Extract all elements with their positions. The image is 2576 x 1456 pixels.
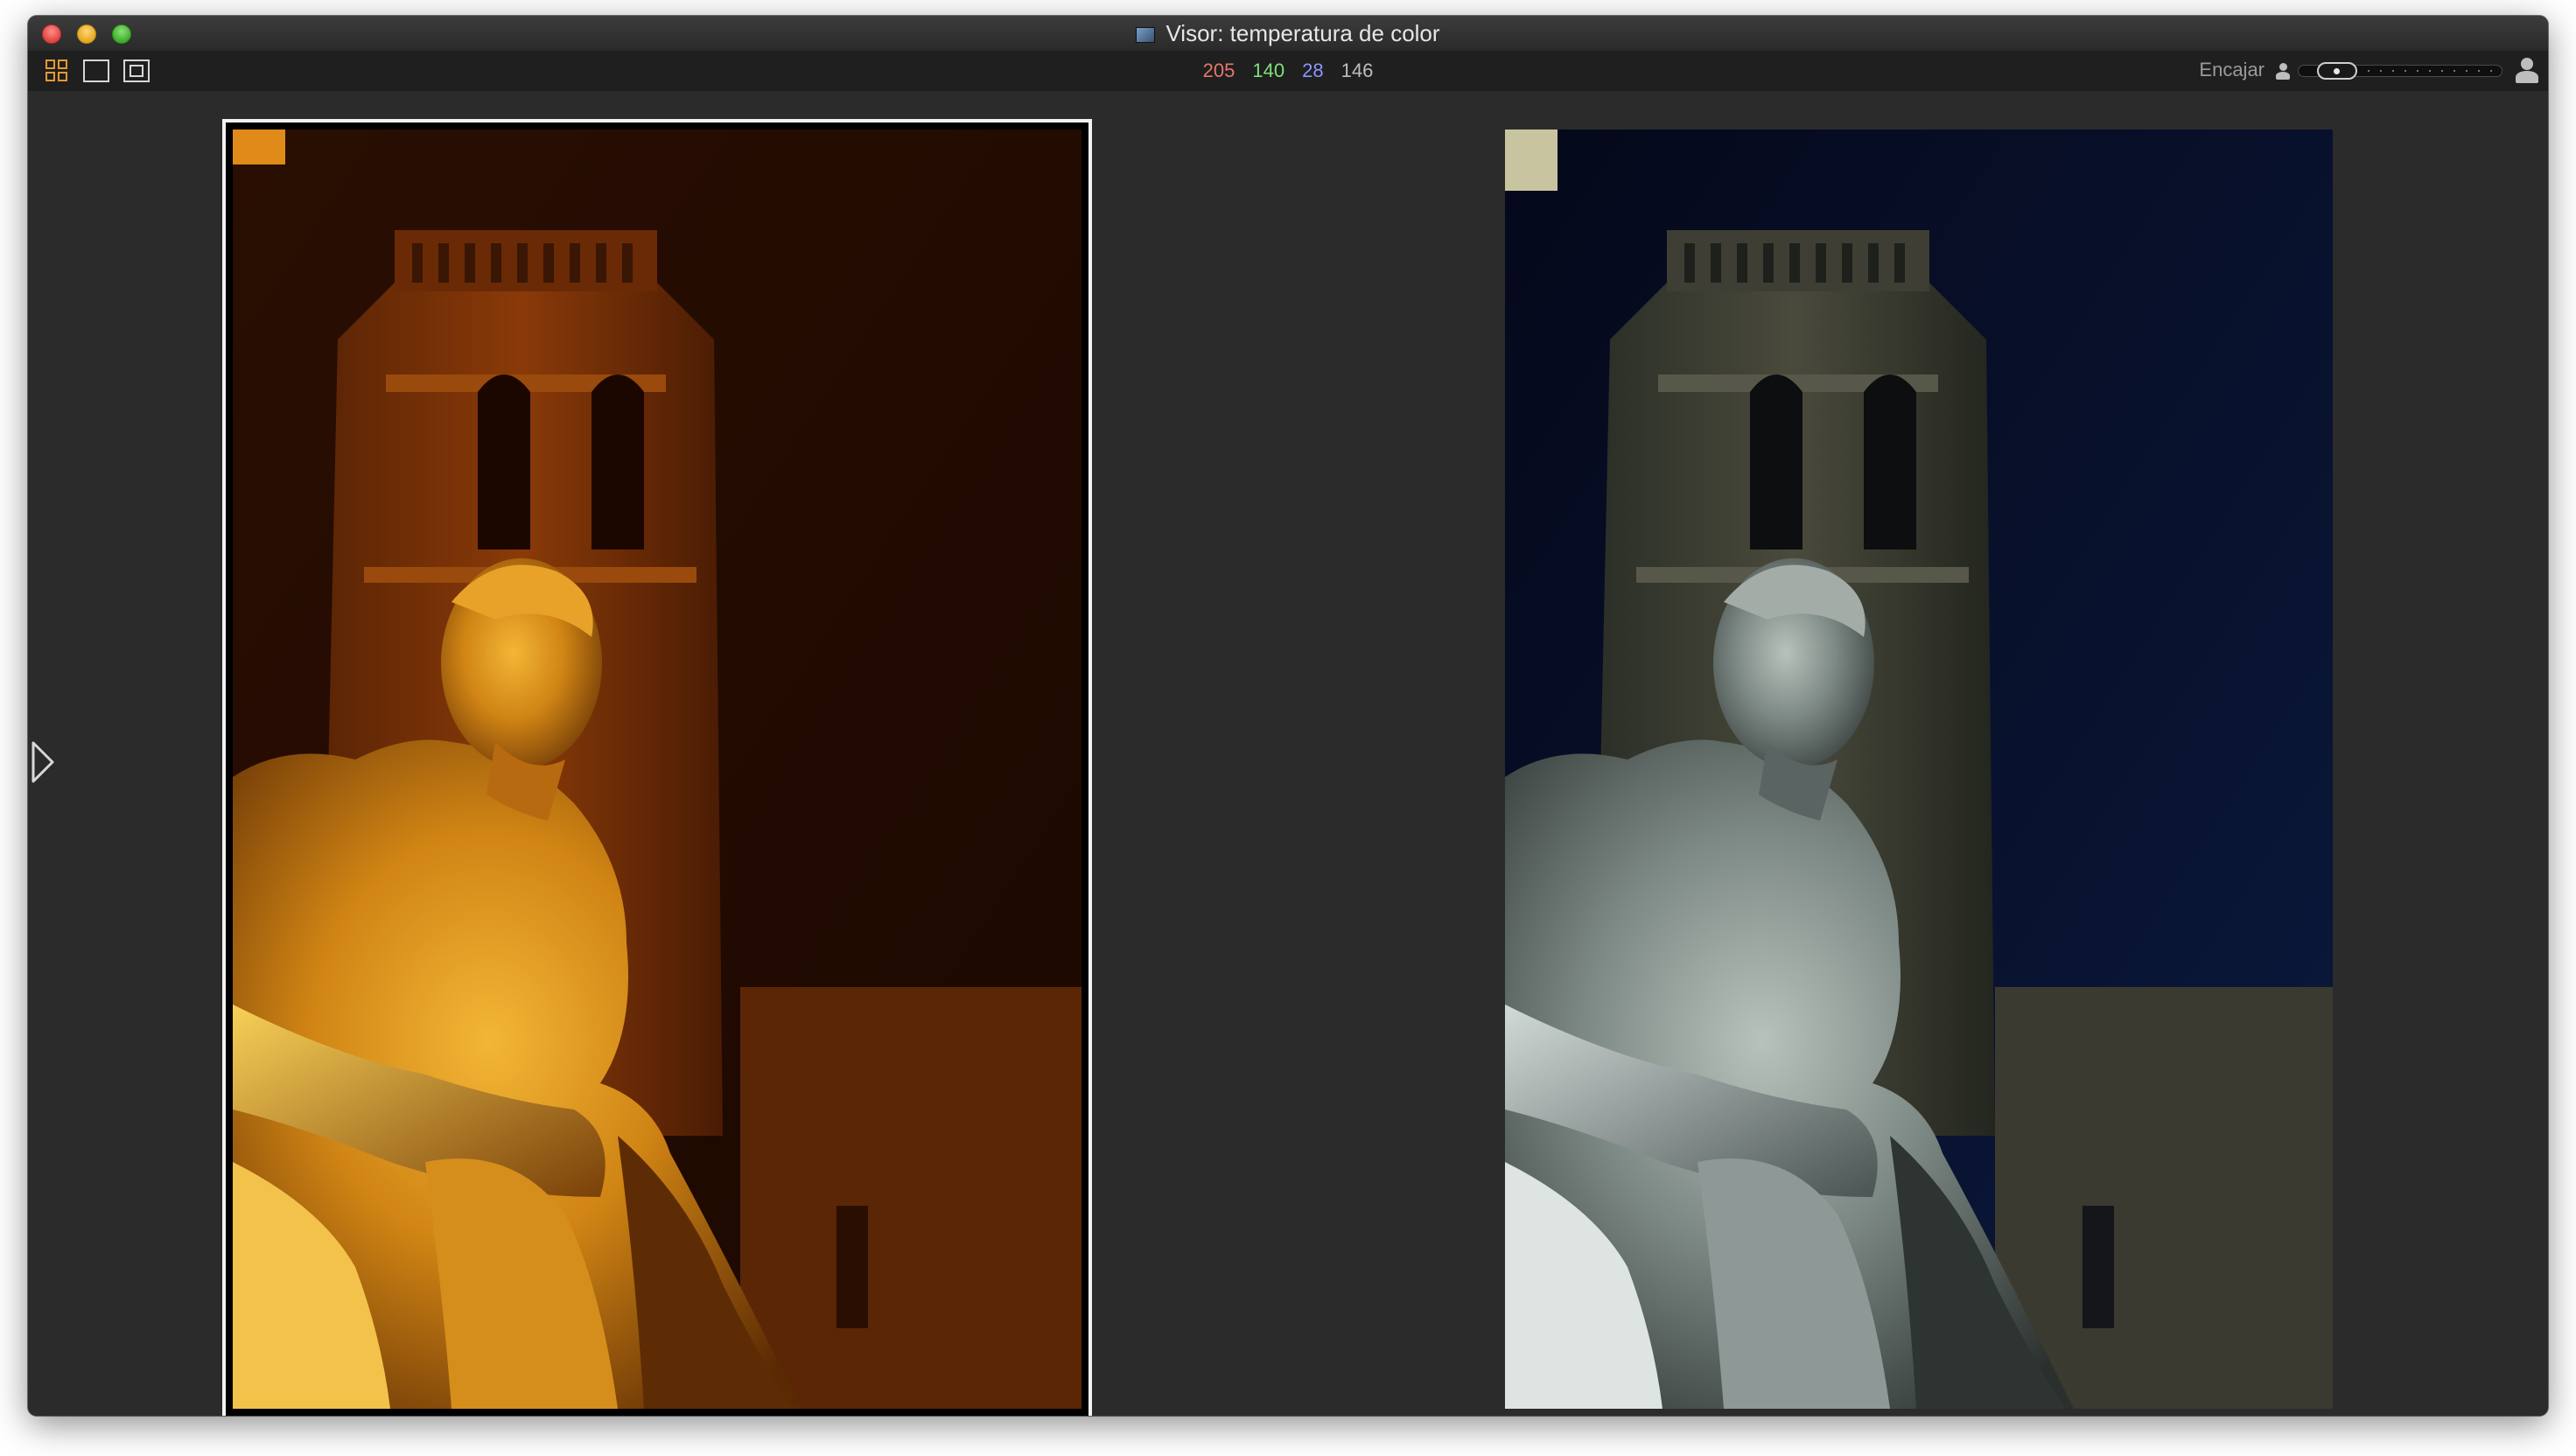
viewer-window: Visor: temperatura de color 205 140 28 146 … bbox=[28, 16, 2548, 1416]
title-bar[interactable]: Visor: temperatura de color bbox=[28, 16, 2548, 51]
window-title: Visor: temperatura de color bbox=[28, 16, 2548, 51]
zoom-slider-ticks bbox=[2356, 70, 2496, 72]
zoom-slider-handle[interactable] bbox=[2317, 62, 2357, 80]
readout-green: 140 bbox=[1252, 60, 1285, 81]
window-title-text: Visor: temperatura de color bbox=[1166, 20, 1440, 46]
selected-image-frame[interactable] bbox=[222, 119, 1092, 1416]
zoom-slider[interactable] bbox=[2298, 62, 2502, 80]
image-warm-version[interactable] bbox=[233, 130, 1082, 1409]
readout-red: 205 bbox=[1202, 60, 1236, 81]
pixel-value-readout: 205 140 28 146 bbox=[28, 51, 2548, 91]
triangle-right-icon bbox=[32, 741, 54, 783]
zoom-out-person-icon[interactable] bbox=[2275, 63, 2291, 80]
viewer-canvas bbox=[28, 91, 2548, 1416]
viewer-icon bbox=[1136, 27, 1156, 43]
fit-zoom-button[interactable]: Encajar bbox=[2199, 51, 2264, 91]
zoom-in-person-icon[interactable] bbox=[2515, 58, 2539, 84]
toolbar: 205 140 28 146 Encajar bbox=[28, 51, 2548, 92]
sidebar-toggle-button[interactable] bbox=[30, 739, 56, 785]
image-cool-version[interactable] bbox=[1505, 130, 2333, 1409]
readout-luminance: 146 bbox=[1340, 60, 1374, 81]
readout-blue: 28 bbox=[1302, 60, 1324, 81]
